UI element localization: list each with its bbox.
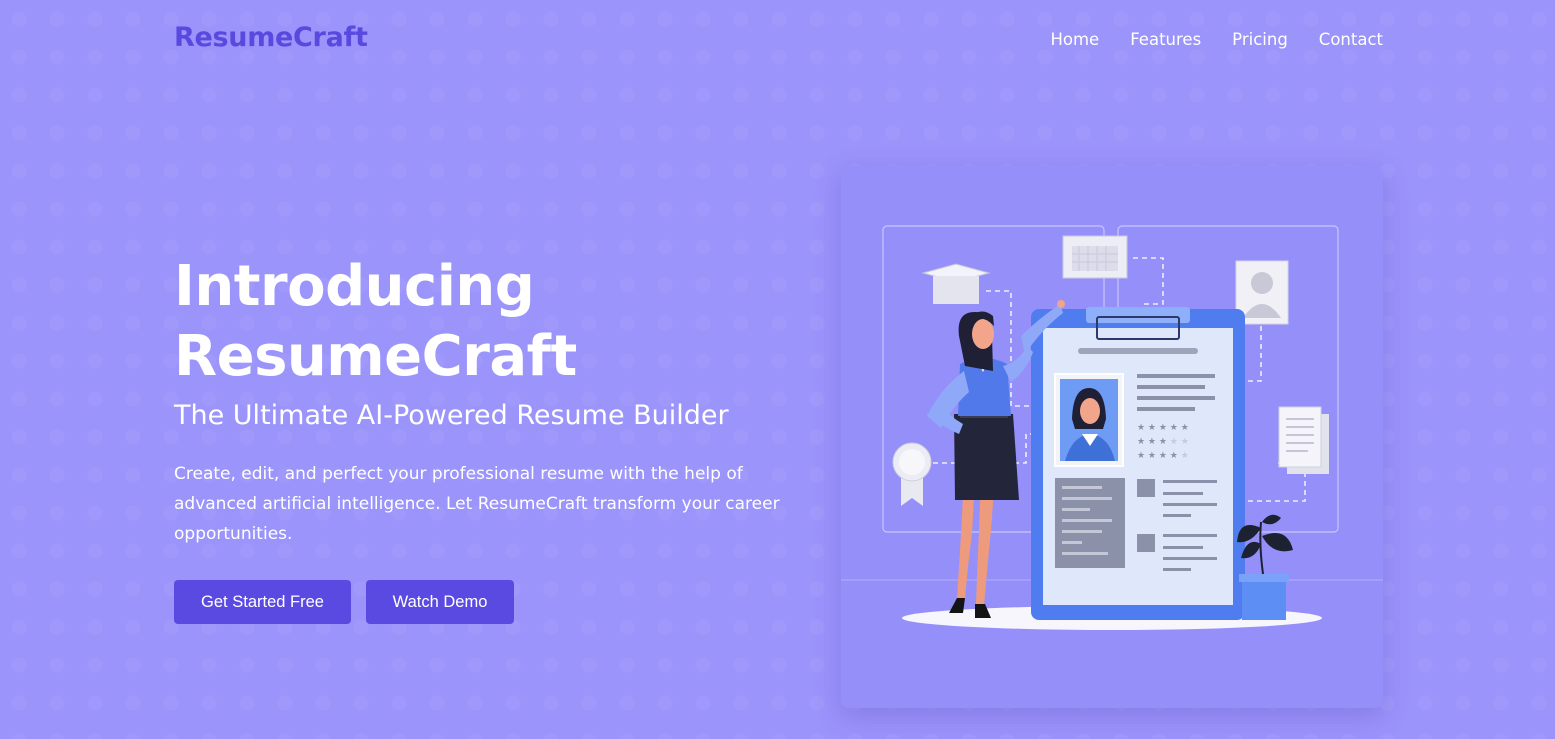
- nav-link-pricing[interactable]: Pricing: [1232, 30, 1288, 49]
- watch-demo-button[interactable]: Watch Demo: [366, 580, 514, 624]
- svg-text:★ ★ ★ ★ ★: ★ ★ ★ ★ ★: [1137, 451, 1189, 461]
- potted-plant-icon: [1237, 514, 1293, 620]
- award-badge-icon: [892, 442, 932, 506]
- hero-illustration-card: ★ ★ ★ ★ ★ ★ ★ ★ ★ ★ ★ ★ ★ ★ ★: [841, 166, 1383, 708]
- nav-link-home[interactable]: Home: [1050, 30, 1099, 49]
- hero-title: Introducing ResumeCraft: [174, 252, 774, 392]
- hero-title-line-1: Introducing: [174, 254, 535, 319]
- nav-link-features[interactable]: Features: [1130, 30, 1201, 49]
- document-icon: [1278, 406, 1329, 474]
- graduation-cap-icon: [921, 263, 991, 304]
- svg-text:★ ★ ★ ★ ★: ★ ★ ★ ★ ★: [1137, 437, 1189, 447]
- top-navigation: ResumeCraft Home Features Pricing Contac…: [0, 0, 1555, 80]
- svg-text:★ ★ ★ ★ ★: ★ ★ ★ ★ ★: [1137, 423, 1189, 433]
- hero-title-line-2: ResumeCraft: [174, 324, 577, 389]
- hero-description: Create, edit, and perfect your professio…: [174, 464, 780, 544]
- nav-links: Home Features Pricing Contact: [1050, 30, 1383, 49]
- hero-subtitle: The Ultimate AI-Powered Resume Builder: [174, 400, 729, 431]
- get-started-button[interactable]: Get Started Free: [174, 580, 351, 624]
- calendar-icon: [1062, 235, 1128, 279]
- resume-illustration: ★ ★ ★ ★ ★ ★ ★ ★ ★ ★ ★ ★ ★ ★ ★: [841, 225, 1383, 630]
- nav-link-contact[interactable]: Contact: [1319, 30, 1383, 49]
- resume-clipboard: ★ ★ ★ ★ ★ ★ ★ ★ ★ ★ ★ ★ ★ ★ ★: [1031, 307, 1245, 620]
- brand-logo[interactable]: ResumeCraft: [174, 22, 368, 53]
